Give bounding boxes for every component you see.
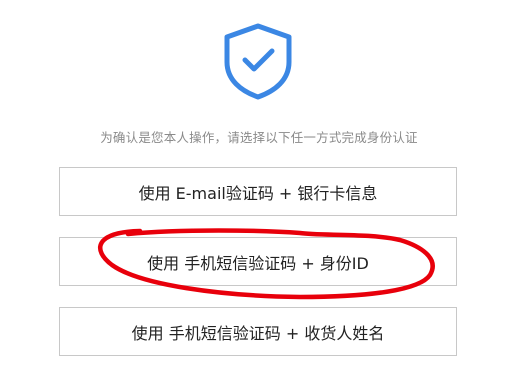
shield-check-icon bbox=[221, 22, 295, 100]
option-label: 使用 手机短信验证码 + 收货人姓名 bbox=[131, 323, 385, 343]
verify-sms-recipient-name-button[interactable]: 使用 手机短信验证码 + 收货人姓名 bbox=[59, 307, 457, 356]
verify-email-bankcard-button[interactable]: 使用 E-mail验证码 + 银行卡信息 bbox=[59, 167, 457, 216]
verify-sms-id-button[interactable]: 使用 手机短信验证码 + 身份ID bbox=[59, 237, 457, 286]
option-label: 使用 手机短信验证码 + 身份ID bbox=[147, 253, 369, 273]
verification-instruction: 为确认是您本人操作，请选择以下任一方式完成身份认证 bbox=[100, 130, 418, 145]
option-label: 使用 E-mail验证码 + 银行卡信息 bbox=[138, 183, 378, 203]
